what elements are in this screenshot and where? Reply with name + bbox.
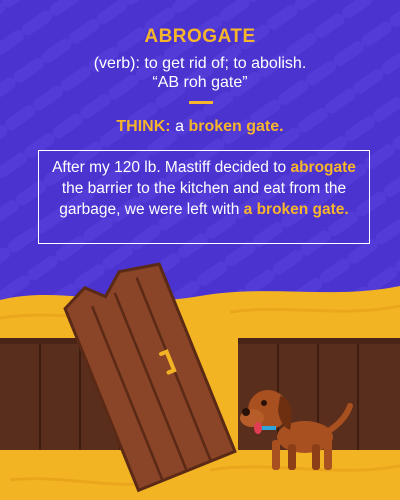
think-label: THINK: (116, 118, 171, 135)
think-phrase: broken gate. (188, 118, 284, 135)
divider (189, 101, 213, 104)
example-box: After my 120 lb. Mastiff decided to abro… (38, 150, 370, 244)
think-line: THINK: a broken gate. (0, 118, 400, 136)
word-title: ABROGATE (144, 26, 256, 47)
example-highlight2: a broken gate. (243, 201, 349, 218)
vocab-card: ABROGATE (verb): to get rid of; to aboli… (0, 0, 400, 500)
example-part1: After my 120 lb. Mastiff decided to (52, 159, 287, 176)
definition-text: (verb): to get rid of; to abolish. (93, 55, 307, 72)
example-highlight1: abrogate (290, 159, 356, 176)
pronunciation: “AB roh gate” (152, 74, 248, 91)
think-prefix: a (175, 118, 184, 135)
definition: (verb): to get rid of; to abolish. “AB r… (0, 54, 400, 92)
